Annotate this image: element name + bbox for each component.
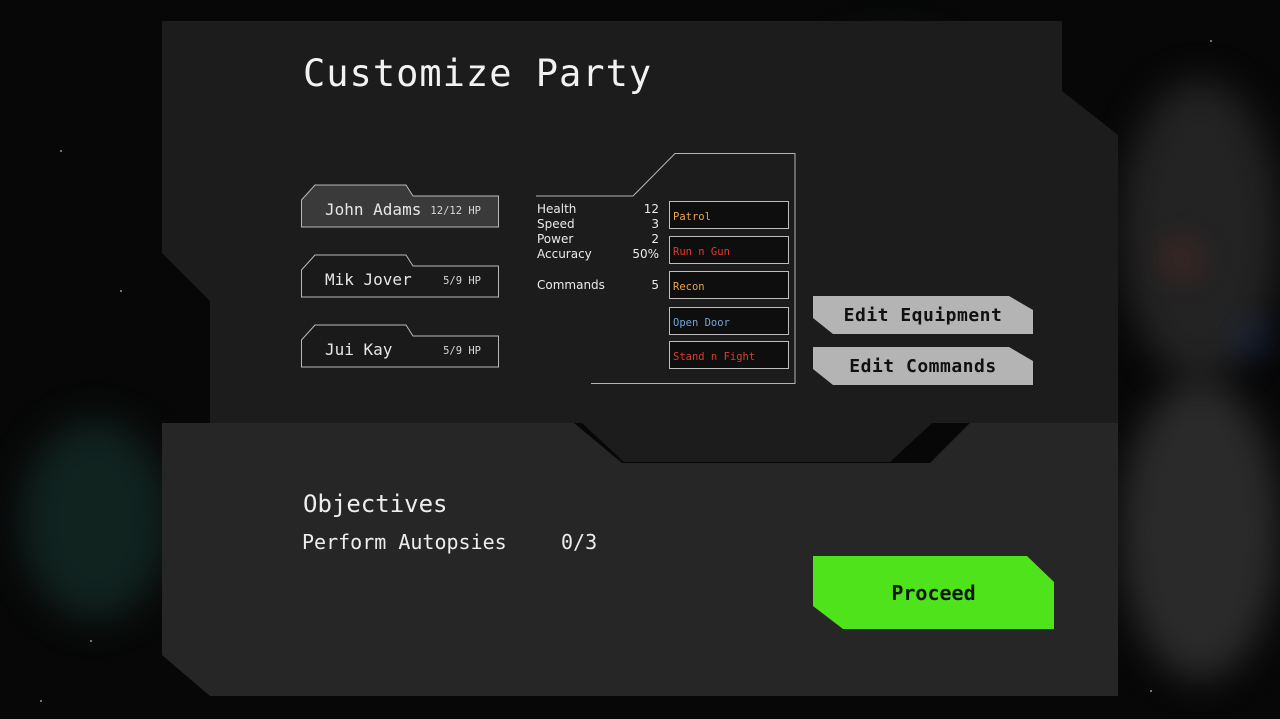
stat-value: 2 (651, 232, 659, 246)
party-member-mik-jover[interactable]: Mik Jover 5/9 HP (301, 254, 499, 300)
member-hp: 5/9 HP (443, 275, 481, 287)
stat-commands: Commands 5 (537, 278, 659, 292)
member-name: John Adams (325, 200, 422, 219)
member-name: Jui Kay (325, 340, 393, 359)
stat-power: Power 2 (537, 232, 659, 246)
command-slot-stand-n-fight[interactable]: Stand n Fight (669, 341, 789, 369)
stat-label: Commands (537, 278, 605, 292)
objective-name: Perform Autopsies (302, 530, 507, 554)
stat-label: Health (537, 202, 577, 216)
objectives-title: Objectives (303, 490, 448, 518)
party-member-john-adams[interactable]: John Adams 12/12 HP (301, 184, 499, 230)
stat-accuracy: Accuracy 50% (537, 247, 659, 261)
proceed-button[interactable]: Proceed (813, 556, 1054, 629)
page-title: Customize Party (303, 52, 653, 95)
edit-equipment-button[interactable]: Edit Equipment (813, 296, 1033, 334)
stat-label: Speed (537, 217, 575, 231)
command-slot-patrol[interactable]: Patrol (669, 201, 789, 229)
command-slot-recon[interactable]: Recon (669, 271, 789, 299)
stat-value: 12 (643, 202, 659, 216)
edit-commands-button[interactable]: Edit Commands (813, 347, 1033, 385)
stat-speed: Speed 3 (537, 217, 659, 231)
stat-value: 50% (632, 247, 659, 261)
stat-value: 3 (651, 217, 659, 231)
objective-progress: 0/3 (561, 530, 598, 554)
command-slot-open-door[interactable]: Open Door (669, 307, 789, 335)
stat-value: 5 (651, 278, 659, 292)
member-name: Mik Jover (325, 270, 412, 289)
stat-label: Power (537, 232, 574, 246)
party-member-jui-kay[interactable]: Jui Kay 5/9 HP (301, 324, 499, 370)
stat-label: Accuracy (537, 247, 592, 261)
stat-health: Health 12 (537, 202, 659, 216)
command-slot-run-n-gun[interactable]: Run n Gun (669, 236, 789, 264)
member-hp: 12/12 HP (430, 205, 481, 217)
member-hp: 5/9 HP (443, 345, 481, 357)
